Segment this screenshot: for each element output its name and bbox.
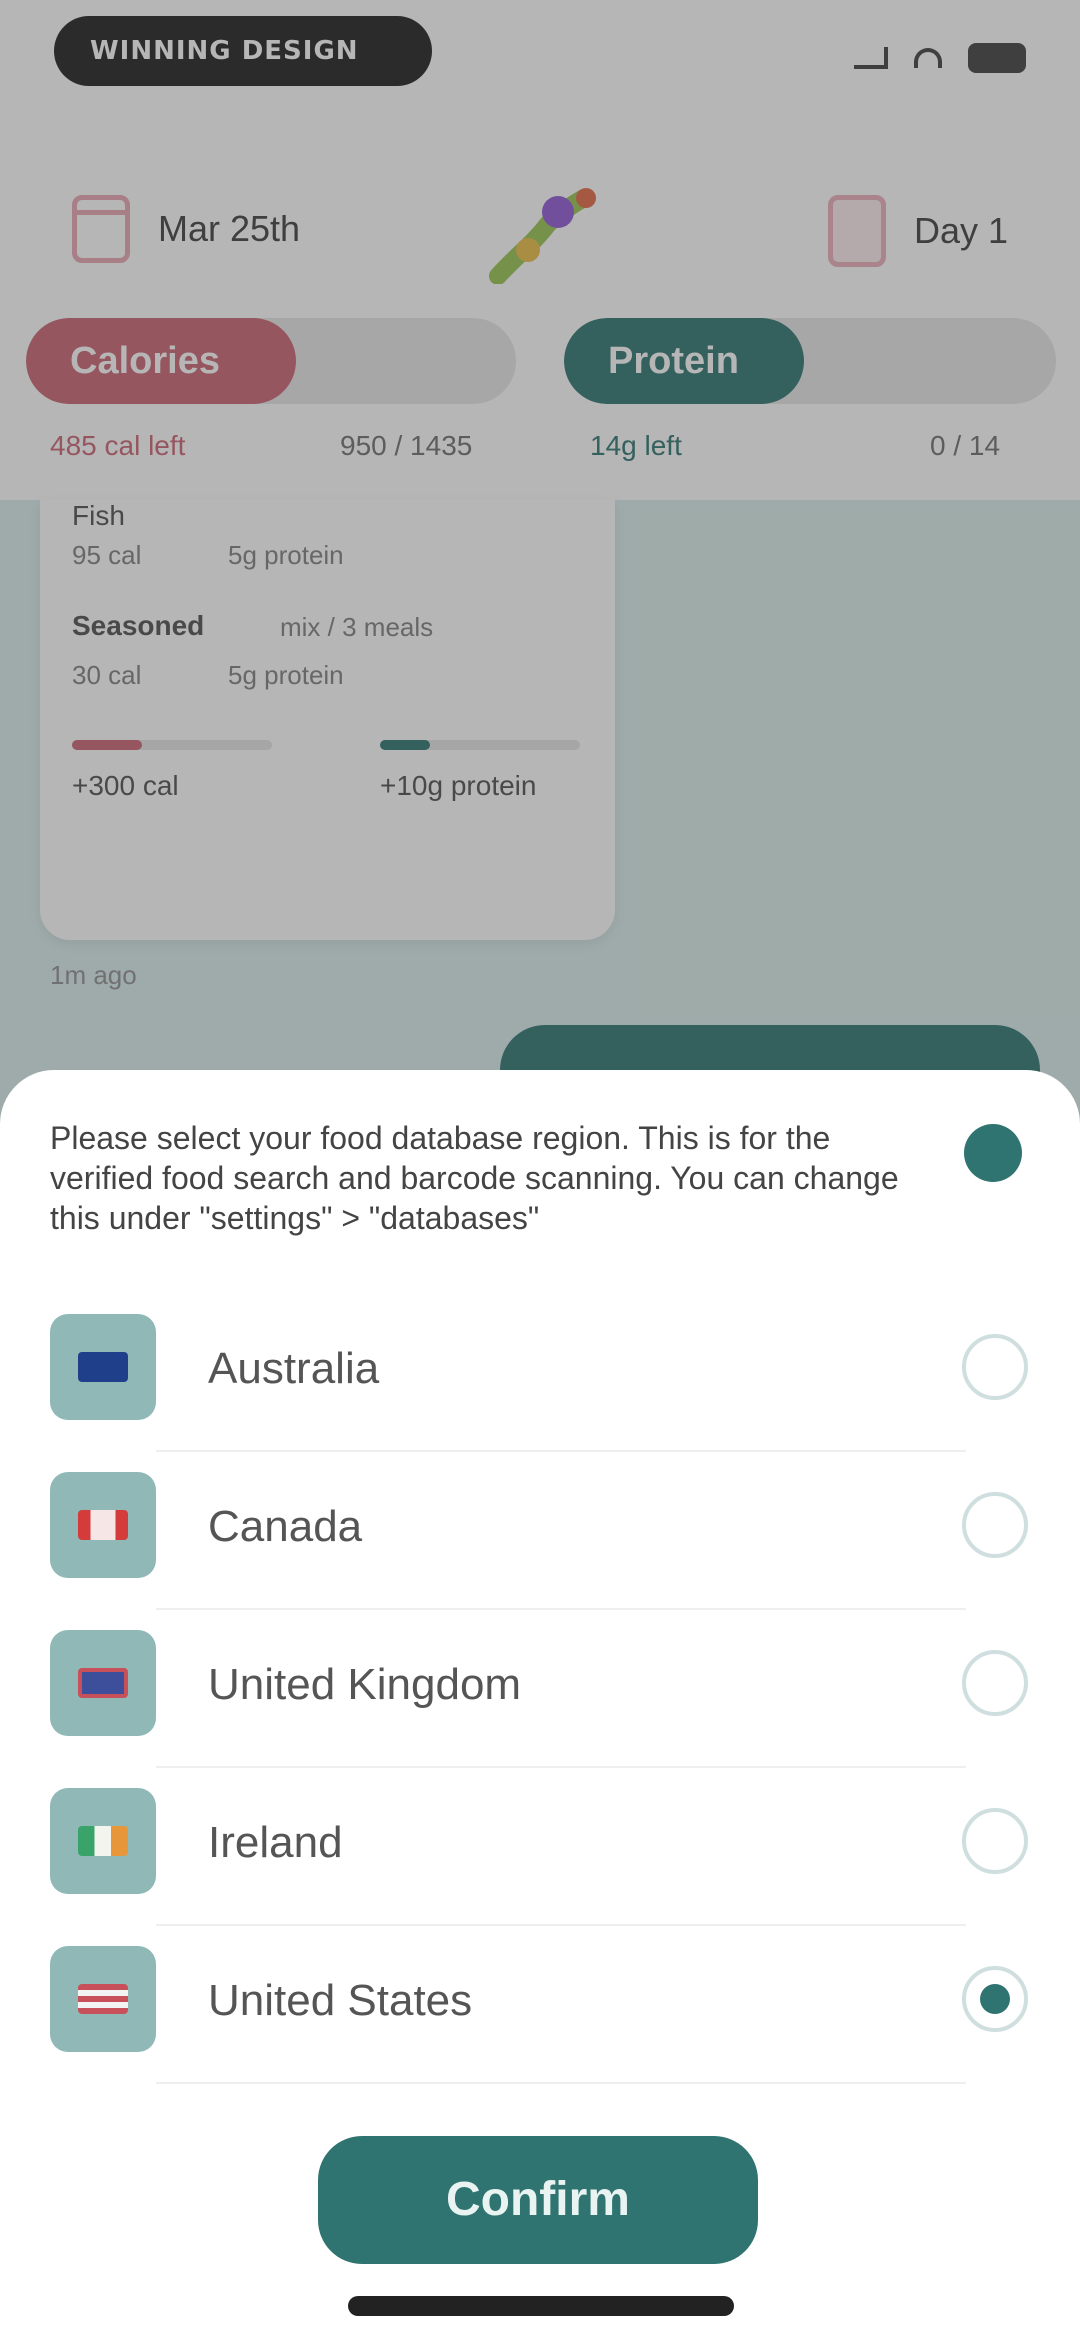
region-label: United States [208, 1976, 473, 2025]
region-option-united-kingdom[interactable]: United Kingdom [0, 1610, 1080, 1768]
region-label: Ireland [208, 1818, 343, 1867]
confirm-button[interactable]: Confirm [318, 2136, 758, 2264]
region-radio[interactable] [962, 1808, 1028, 1874]
region-radio-selected[interactable] [962, 1966, 1028, 2032]
region-option-united-states[interactable]: United States [0, 1926, 1080, 2084]
region-label: Canada [208, 1502, 363, 1551]
info-dot-icon [964, 1124, 1022, 1182]
region-radio[interactable] [962, 1492, 1028, 1558]
ireland-flag-icon [50, 1788, 156, 1894]
region-select-sheet: Please select your food database region.… [0, 1070, 1080, 2336]
canada-flag-icon [50, 1472, 156, 1578]
region-label: United Kingdom [208, 1660, 522, 1709]
sheet-intro-text: Please select your food database region.… [50, 1120, 899, 1236]
region-radio[interactable] [962, 1650, 1028, 1716]
united-states-flag-icon [50, 1946, 156, 2052]
united-kingdom-flag-icon [50, 1630, 156, 1736]
region-label: Australia [208, 1344, 380, 1393]
region-option-ireland[interactable]: Ireland [0, 1768, 1080, 1926]
region-option-canada[interactable]: Canada [0, 1452, 1080, 1610]
home-indicator[interactable] [348, 2296, 734, 2316]
divider [156, 2082, 966, 2084]
region-option-australia[interactable]: Australia [0, 1294, 1080, 1452]
australia-flag-icon [50, 1314, 156, 1420]
region-radio[interactable] [962, 1334, 1028, 1400]
